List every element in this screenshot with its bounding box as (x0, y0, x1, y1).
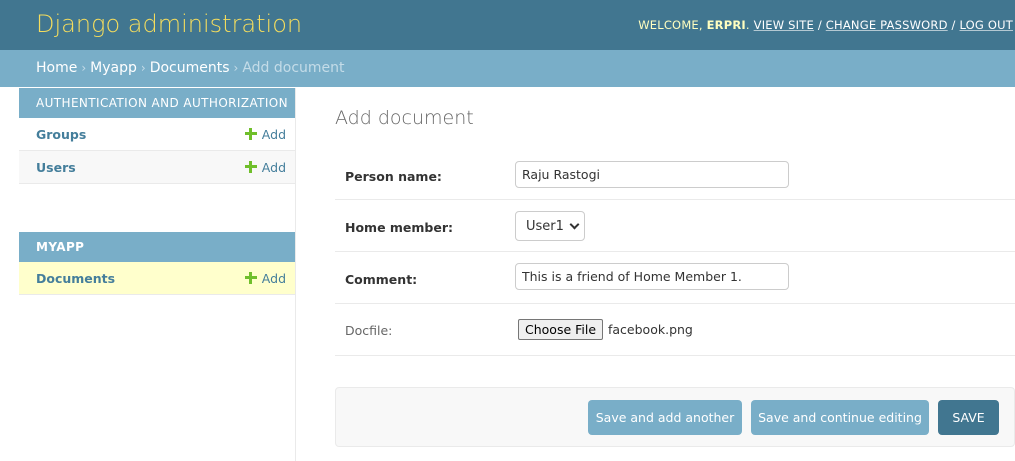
comment-input[interactable] (515, 263, 789, 290)
breadcrumb-app[interactable]: Myapp (90, 60, 137, 76)
sidebar-item-documents: Documents Add (19, 262, 295, 295)
change-password-link[interactable]: CHANGE PASSWORD (826, 18, 948, 32)
add-users-link[interactable]: Add (244, 160, 286, 175)
sidebar-item-label[interactable]: Groups (36, 127, 86, 142)
page-title: Add document (335, 107, 474, 129)
add-label[interactable]: Add (262, 127, 286, 142)
choose-file-button[interactable]: Choose File (518, 319, 604, 340)
save-and-add-another-button[interactable]: Save and add another (588, 400, 742, 435)
plus-icon (244, 161, 257, 173)
header: Django administration WELCOME, ERPRI. VI… (0, 0, 1015, 50)
sidebar-item-label[interactable]: Users (36, 160, 76, 175)
add-groups-link[interactable]: Add (244, 127, 286, 142)
selected-file-name: facebook.png (608, 322, 693, 337)
add-label[interactable]: Add (262, 271, 286, 286)
module-gap (19, 184, 295, 232)
breadcrumb: Home › Myapp › Documents › Add document (0, 50, 1015, 87)
breadcrumb-separator: › (81, 61, 87, 75)
form-row-person-name: Person name: (335, 148, 1015, 200)
add-documents-link[interactable]: Add (244, 271, 286, 286)
module-caption-myapp[interactable]: MYAPP (19, 232, 295, 262)
save-and-continue-button[interactable]: Save and continue editing (751, 400, 929, 435)
plus-icon (244, 128, 257, 140)
welcome-suffix: . (745, 18, 754, 32)
sidebar-item-label[interactable]: Documents (36, 271, 115, 286)
module-caption-auth[interactable]: AUTHENTICATION AND AUTHORIZATION (19, 88, 295, 118)
chevron-down-icon (569, 219, 580, 229)
submit-row: Save and add another Save and continue e… (335, 387, 1015, 447)
form-row-comment: Comment: (335, 252, 1015, 304)
form-row-home-member: Home member: User1 (335, 200, 1015, 252)
breadcrumb-current: Add document (242, 60, 345, 76)
home-member-select[interactable]: User1 (515, 211, 585, 241)
breadcrumb-model[interactable]: Documents (150, 60, 230, 76)
home-member-selected: User1 (526, 218, 564, 234)
view-site-link[interactable]: VIEW SITE (754, 18, 814, 32)
site-branding[interactable]: Django administration (36, 10, 302, 38)
separator: / (813, 18, 826, 32)
plus-icon (244, 272, 257, 284)
username: ERPRI (706, 18, 746, 32)
comment-label: Comment: (345, 272, 418, 287)
separator: / (947, 18, 960, 32)
add-label[interactable]: Add (262, 160, 286, 175)
form-row-docfile: Docfile: Choose File facebook.png (335, 304, 1015, 356)
docfile-label: Docfile: (345, 323, 393, 338)
main-content: Add document Person name: Home member: U… (335, 88, 1015, 356)
breadcrumb-separator: › (140, 61, 146, 75)
home-member-label: Home member: (345, 220, 454, 235)
breadcrumb-home[interactable]: Home (36, 60, 77, 76)
person-name-label: Person name: (345, 169, 442, 184)
welcome-text: WELCOME, (638, 18, 707, 32)
log-out-link[interactable]: LOG OUT (959, 18, 1013, 32)
sidebar-item-users: Users Add (19, 151, 295, 184)
save-button[interactable]: SAVE (938, 400, 999, 435)
user-tools: WELCOME, ERPRI. VIEW SITE / CHANGE PASSW… (638, 18, 1013, 32)
sidebar-item-groups: Groups Add (19, 118, 295, 151)
breadcrumb-separator: › (233, 61, 239, 75)
sidebar-nav: AUTHENTICATION AND AUTHORIZATION Groups … (19, 88, 296, 461)
person-name-input[interactable] (515, 161, 789, 188)
